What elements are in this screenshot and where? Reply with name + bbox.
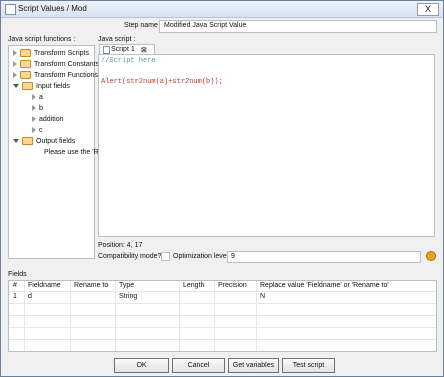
fields-table[interactable]: # Fieldname Rename to Type Length Precis… xyxy=(8,280,437,352)
tab-close-icon[interactable]: ⊠ xyxy=(141,46,147,54)
compatibility-label: Compatibility mode? xyxy=(98,253,162,260)
window-title: Script Values / Mod xyxy=(18,4,87,13)
folder-icon xyxy=(20,49,31,57)
step-name-value: Modified Java Script Value xyxy=(164,22,247,29)
table-row-type[interactable]: String xyxy=(119,293,137,300)
table-row-index: 1 xyxy=(13,293,17,300)
functions-tree[interactable]: Transform Scripts Transform Constants Tr… xyxy=(8,45,103,259)
fields-label: Fields xyxy=(8,271,27,278)
title-bar: Script Values / Mod X xyxy=(1,1,443,18)
folder-icon xyxy=(20,60,31,68)
script-line-alert: Alert(str2num(a)+str2num(b)); xyxy=(101,78,223,86)
collapse-triangle-icon[interactable] xyxy=(13,139,19,143)
cursor-position: Position: 4, 17 xyxy=(98,242,143,249)
expand-triangle-icon[interactable] xyxy=(13,72,17,78)
tree-item-input-fields[interactable]: Input fields xyxy=(13,81,70,91)
output-note: Please use the 'Re xyxy=(44,148,103,156)
cancel-button[interactable]: Cancel xyxy=(172,358,225,373)
ok-button[interactable]: OK xyxy=(114,358,169,373)
folder-icon xyxy=(22,82,33,90)
expand-triangle-icon[interactable] xyxy=(13,50,17,56)
tree-item-label: c xyxy=(39,126,43,134)
optimization-value: 9 xyxy=(231,253,235,260)
col-header-fieldname: Fieldname xyxy=(28,282,61,289)
app-icon xyxy=(5,4,16,15)
table-row-replace[interactable]: N xyxy=(260,293,265,300)
warning-icon xyxy=(426,251,436,261)
editor-label: Java script : xyxy=(98,36,136,43)
optimization-level-input[interactable]: 9 xyxy=(227,251,421,263)
step-name-input[interactable]: Modified Java Script Value xyxy=(159,20,437,33)
script-values-dialog: Script Values / Mod X Step name Modified… xyxy=(0,0,444,377)
expand-triangle-icon[interactable] xyxy=(13,61,17,67)
col-header-index: # xyxy=(13,282,17,289)
col-header-rename: Rename to xyxy=(74,282,109,289)
tree-item-label: Transform Scripts xyxy=(34,49,89,57)
compatibility-checkbox[interactable] xyxy=(161,252,170,261)
tree-item-input-addition[interactable]: addition xyxy=(32,114,64,124)
tree-item-label: Transform Constants xyxy=(34,60,100,68)
test-script-button[interactable]: Test script xyxy=(282,358,335,373)
col-header-type: Type xyxy=(119,282,135,289)
folder-icon xyxy=(20,71,31,79)
tree-item-transform-scripts[interactable]: Transform Scripts xyxy=(13,48,89,58)
expand-triangle-icon[interactable] xyxy=(32,105,36,111)
collapse-triangle-icon[interactable] xyxy=(13,84,19,88)
expand-triangle-icon[interactable] xyxy=(32,94,36,100)
tree-item-label: Transform Functions xyxy=(34,71,98,79)
tree-item-input-c[interactable]: c xyxy=(32,125,43,135)
table-row-fieldname[interactable]: d xyxy=(28,293,32,300)
tree-item-input-b[interactable]: b xyxy=(32,103,43,113)
script-file-icon xyxy=(103,46,110,54)
script-comment: //Script here xyxy=(101,57,156,65)
tree-item-label: Output fields xyxy=(36,137,76,145)
tree-item-label: a xyxy=(39,93,43,101)
tree-item-transform-functions[interactable]: Transform Functions xyxy=(13,70,98,80)
tree-item-label: addition xyxy=(39,115,64,123)
col-header-length: Length xyxy=(183,282,205,289)
expand-triangle-icon[interactable] xyxy=(32,116,36,122)
tree-item-output-fields[interactable]: Output fields xyxy=(13,136,75,146)
close-button[interactable]: X xyxy=(417,3,439,16)
expand-triangle-icon[interactable] xyxy=(32,127,36,133)
col-header-precision: Precision xyxy=(218,282,247,289)
tree-item-input-a[interactable]: a xyxy=(32,92,43,102)
step-name-label: Step name xyxy=(124,22,158,29)
col-header-replace: Replace value 'Fieldname' or 'Rename to' xyxy=(260,282,389,289)
tree-item-transform-constants[interactable]: Transform Constants xyxy=(13,59,99,69)
optimization-label: Optimization level xyxy=(173,253,229,260)
folder-icon xyxy=(22,137,33,145)
tree-item-label: Input fields xyxy=(36,82,70,90)
tree-item-label: b xyxy=(39,104,43,112)
functions-label: Java script functions : xyxy=(8,36,76,43)
get-variables-button[interactable]: Get variables xyxy=(228,358,279,373)
tab-label: Script 1 xyxy=(111,46,135,53)
script-editor[interactable]: //Script here Alert(str2num(a)+str2num(b… xyxy=(98,54,435,237)
